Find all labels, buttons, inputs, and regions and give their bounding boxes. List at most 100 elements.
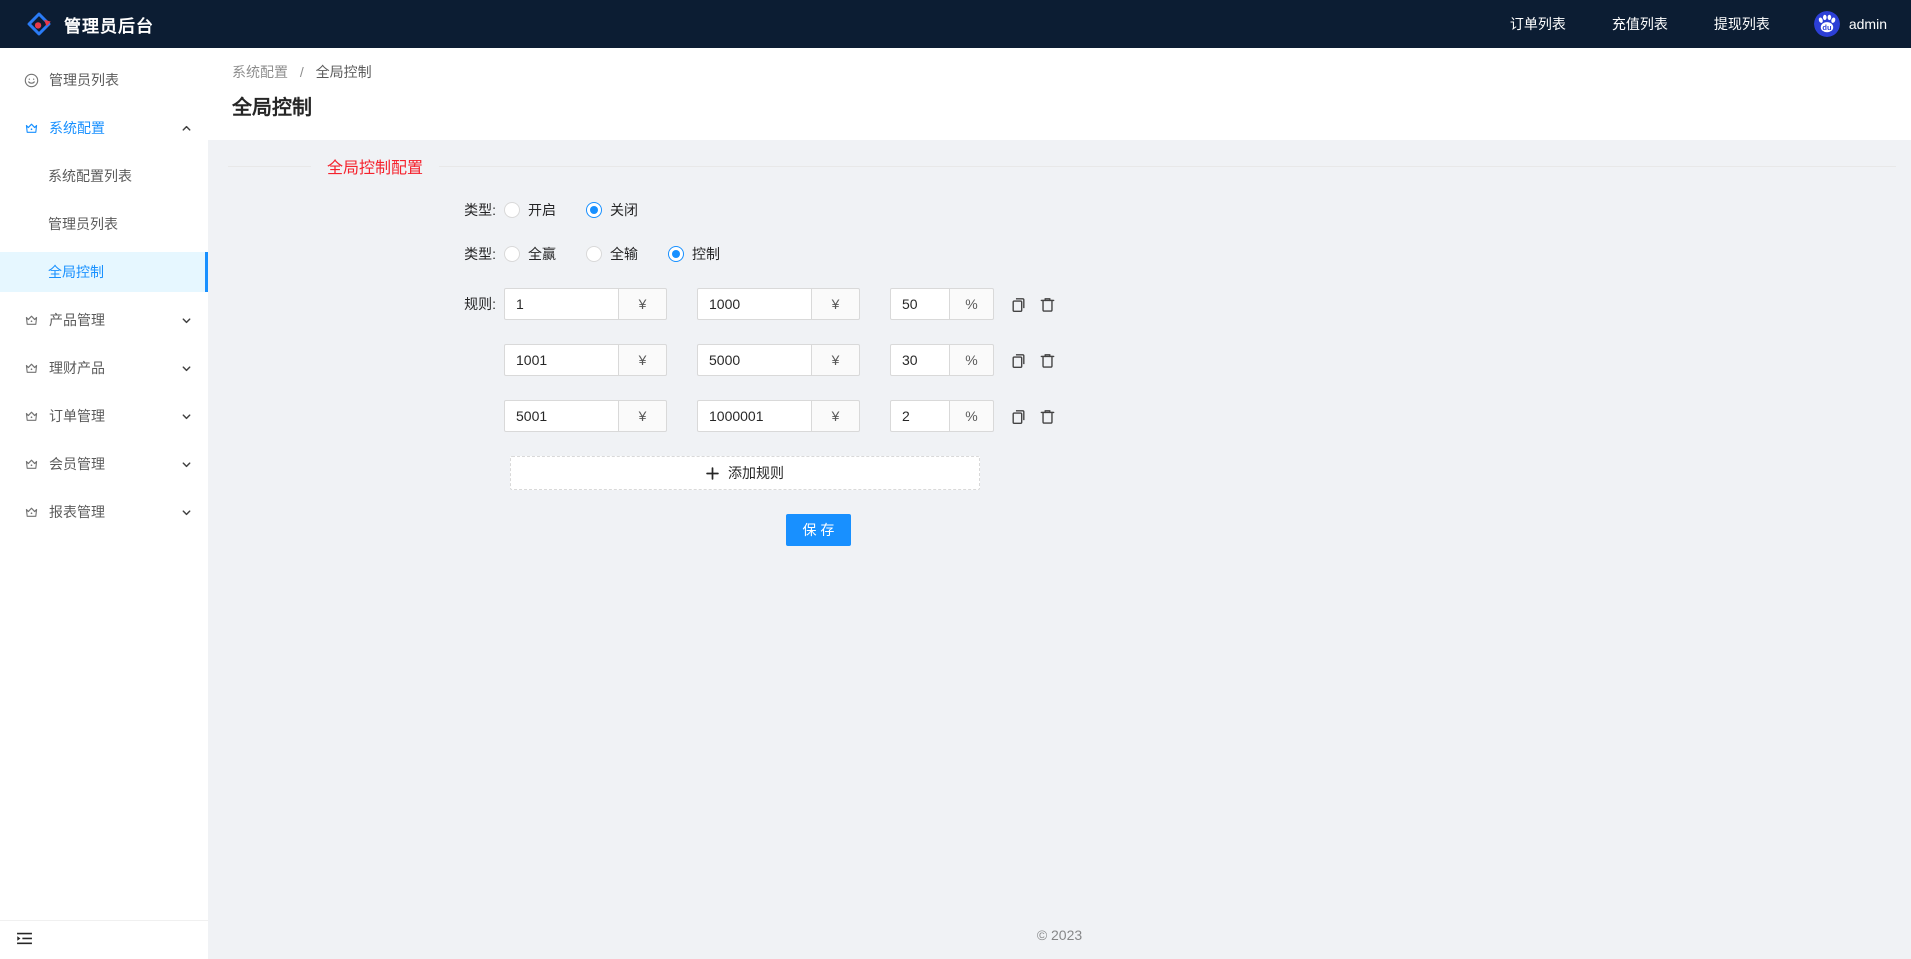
- rule-max-input[interactable]: [697, 400, 812, 432]
- sidebar-subitem-system-config-list[interactable]: 系统配置列表: [0, 156, 208, 196]
- type-mode-label: 类型:: [464, 246, 496, 262]
- sidebar-subitem-global-control[interactable]: 全局控制: [0, 252, 208, 292]
- topbar: 管理员后台 订单列表 充值列表 提现列表 du admin: [0, 0, 1911, 48]
- main: 系统配置 / 全局控制 全局控制 全局控制配置 类型: 开启 关闭 类型: 全赢…: [208, 48, 1911, 959]
- rule-percent-group: %: [890, 400, 994, 432]
- rule-percent-group: %: [890, 288, 994, 320]
- sidebar-item-label: 产品管理: [49, 312, 105, 328]
- username: admin: [1848, 16, 1887, 32]
- avatar: du: [1813, 11, 1840, 37]
- rule-min-input[interactable]: [504, 344, 619, 376]
- add-rule-button[interactable]: 添加规则: [510, 456, 980, 490]
- breadcrumb: 系统配置 / 全局控制: [232, 62, 1887, 82]
- sidebar-item-system-config[interactable]: 系统配置: [0, 108, 208, 148]
- radio-all-win[interactable]: 全赢: [504, 244, 556, 264]
- topnav-withdraw-list[interactable]: 提现列表: [1714, 14, 1770, 34]
- sidebar-item-admin-list[interactable]: 管理员列表: [0, 60, 208, 100]
- breadcrumb-current: 全局控制: [315, 64, 372, 80]
- delete-icon[interactable]: [1039, 408, 1056, 425]
- sidebar-item-label: 报表管理: [49, 504, 105, 520]
- radio-circle: [504, 202, 520, 218]
- rule-percent-input[interactable]: [890, 344, 950, 376]
- divider-line: [228, 165, 311, 167]
- crown-icon: [24, 409, 39, 424]
- sidebar-item-member-management[interactable]: 会员管理: [0, 444, 208, 484]
- rule-max-input[interactable]: [697, 288, 812, 320]
- percent-addon: %: [950, 288, 994, 320]
- sidebar-collapse[interactable]: [0, 920, 208, 959]
- crown-icon: [24, 121, 39, 136]
- layout: 管理员列表 系统配置 系统配置列表 管理员列表 全局控制 产品管理 理财产品 订…: [0, 48, 1911, 959]
- breadcrumb-parent[interactable]: 系统配置: [232, 64, 288, 80]
- currency-addon: ¥: [812, 400, 860, 432]
- type-switch-row: 类型: 开启 关闭: [208, 200, 1911, 220]
- chevron-down-icon: [181, 411, 192, 422]
- menu-fold-icon: [16, 930, 33, 950]
- rule-row: ¥ ¥ %: [208, 400, 1911, 432]
- sidebar-item-label: 会员管理: [49, 456, 105, 472]
- footer-copyright: © 2023: [1036, 927, 1083, 943]
- chevron-down-icon: [181, 363, 192, 374]
- content: 全局控制配置 类型: 开启 关闭 类型: 全赢 全输 控制 规则: 1 ¥ 10…: [208, 140, 1911, 959]
- currency-addon: ¥: [619, 288, 667, 320]
- crown-icon: [24, 361, 39, 376]
- currency-addon: ¥: [812, 288, 860, 320]
- chevron-down-icon: [181, 459, 192, 470]
- currency-addon: ¥: [619, 400, 667, 432]
- delete-icon[interactable]: [1039, 296, 1056, 313]
- section-divider: 全局控制配置: [228, 154, 1896, 178]
- radio-circle: [586, 246, 602, 262]
- sidebar-item-label: 管理员列表: [49, 72, 119, 88]
- rule-min-input[interactable]: [504, 400, 619, 432]
- svg-text:du: du: [1822, 23, 1832, 32]
- copy-icon[interactable]: [1010, 296, 1027, 313]
- plus-icon: [706, 466, 719, 480]
- chevron-down-icon: [181, 507, 192, 518]
- rule-min-group: ¥: [504, 344, 667, 376]
- rule-min-input[interactable]: [504, 288, 619, 320]
- page-title: 全局控制: [232, 97, 312, 119]
- chevron-up-icon: [181, 123, 192, 134]
- copy-icon[interactable]: [1010, 408, 1027, 425]
- rule-max-input[interactable]: [697, 344, 812, 376]
- brand-title: 管理员后台: [64, 16, 154, 36]
- topnav-order-list[interactable]: 订单列表: [1510, 14, 1566, 34]
- page-header: 系统配置 / 全局控制 全局控制: [208, 48, 1911, 140]
- save-button[interactable]: 保 存: [786, 514, 851, 546]
- sidebar-subitem-label: 管理员列表: [48, 216, 118, 232]
- topnav-recharge-list[interactable]: 充值列表: [1612, 14, 1668, 34]
- radio-control[interactable]: 控制: [668, 244, 720, 264]
- sidebar-item-label: 订单管理: [49, 408, 105, 424]
- sidebar-item-order-management[interactable]: 订单管理: [0, 396, 208, 436]
- crown-icon: [24, 313, 39, 328]
- sidebar-item-wealth-products[interactable]: 理财产品: [0, 348, 208, 388]
- radio-open[interactable]: 开启: [504, 200, 556, 220]
- rule-percent-input[interactable]: [890, 288, 950, 320]
- rule-percent-input[interactable]: [890, 400, 950, 432]
- sidebar-item-report-management[interactable]: 报表管理: [0, 492, 208, 532]
- currency-addon: ¥: [812, 344, 860, 376]
- radio-close[interactable]: 关闭: [586, 200, 638, 220]
- rule-min-group: ¥: [504, 400, 667, 432]
- add-rule-row: 添加规则: [208, 456, 1911, 490]
- sidebar-item-label: 理财产品: [49, 360, 105, 376]
- sidebar-subitem-admin-list[interactable]: 管理员列表: [0, 204, 208, 244]
- user-menu[interactable]: du admin: [1813, 11, 1887, 37]
- rule-row: 规则: ¥ ¥ %: [208, 288, 1911, 320]
- percent-addon: %: [950, 344, 994, 376]
- copy-icon[interactable]: [1010, 352, 1027, 369]
- rule-min-group: ¥: [504, 288, 667, 320]
- crown-icon: [24, 457, 39, 472]
- breadcrumb-separator: /: [299, 64, 304, 80]
- currency-addon: ¥: [619, 344, 667, 376]
- global-control-form: 类型: 开启 关闭 类型: 全赢 全输 控制 规则: 1 ¥ 1000 ¥ 50…: [208, 200, 1911, 546]
- sidebar-subitem-label: 系统配置列表: [48, 168, 132, 184]
- percent-addon: %: [950, 400, 994, 432]
- radio-all-lose[interactable]: 全输: [586, 244, 638, 264]
- topnav: 订单列表 充值列表 提现列表 du admin: [1464, 11, 1887, 37]
- divider-line: [439, 165, 1896, 167]
- radio-circle: [586, 202, 602, 218]
- app: 管理员后台 订单列表 充值列表 提现列表 du admin 管理员列表 系统配置…: [0, 0, 1911, 959]
- sidebar-item-product-management[interactable]: 产品管理: [0, 300, 208, 340]
- delete-icon[interactable]: [1039, 352, 1056, 369]
